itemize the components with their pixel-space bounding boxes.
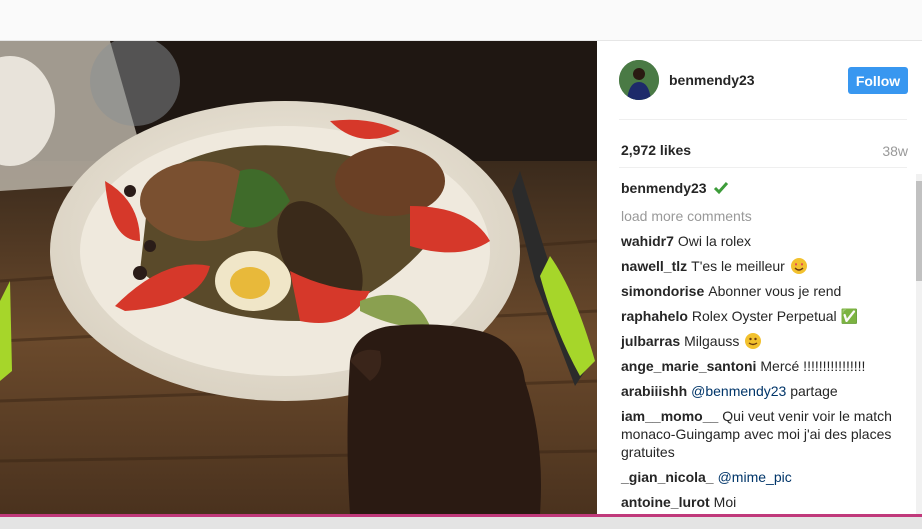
comment-mention[interactable]: @mime_pic [718,469,792,485]
comment: wahidr7 Owi la rolex [621,232,906,250]
comment: raphahelo Rolex Oyster Perpetual ✅ [621,307,906,325]
comment-mention[interactable]: @benmendy23 [691,383,786,399]
checkmark-icon [713,182,728,195]
comment: _gian_nicola_ @mime_pic [621,468,906,486]
comment-username[interactable]: raphahelo [621,308,688,324]
comment-username[interactable]: ange_marie_santoni [621,358,756,374]
comment-text: Milgauss [684,333,740,349]
scrollbar-thumb[interactable] [916,181,922,281]
comment-username[interactable]: arabiiishh [621,383,687,399]
post-username[interactable]: benmendy23 [669,72,755,88]
divider [619,167,907,168]
top-bar [0,0,922,41]
caption-username[interactable]: benmendy23 [621,179,707,197]
heart-eyes-emoji-icon [790,258,807,274]
comment-username[interactable]: antoine_lurot [621,494,710,510]
food-plate-image [0,41,597,514]
comment-username[interactable]: iam__momo__ [621,408,718,424]
comments-list: benmendy23 load more comments wahidr7 Owi… [621,179,906,514]
avatar[interactable] [619,60,659,100]
likes-count[interactable]: 2,972 likes [621,142,691,158]
comment-text: Mercé !!!!!!!!!!!!!!!! [760,358,866,374]
post-header: benmendy23 Follow [597,41,922,119]
post-photo[interactable] [0,41,597,514]
comment-text: Rolex Oyster Perpetual ✅ [691,308,858,324]
comment: ange_marie_santoni Mercé !!!!!!!!!!!!!!!! [621,357,906,375]
comment-text: partage [786,383,838,399]
comment-text: T'es le meilleur [691,258,785,274]
accent-line [0,514,922,517]
comment: antoine_lurot Moi [621,493,906,511]
comment: arabiiishh @benmendy23 partage [621,382,906,400]
comment-text: Moi [713,494,737,510]
post-time[interactable]: 38w [882,143,908,159]
comment-username[interactable]: nawell_tlz [621,258,687,274]
comment-username[interactable]: _gian_nicola_ [621,469,714,485]
comment-text: Owi la rolex [677,233,752,249]
caption: benmendy23 [621,179,906,197]
smile-emoji-icon [745,333,762,349]
comment: iam__momo__ Qui veut venir voir le match … [621,407,906,461]
divider [619,119,907,120]
comment: julbarras Milgauss [621,332,906,350]
comment: simondorise Abonner vous je rend [621,282,906,300]
comment-username[interactable]: simondorise [621,283,704,299]
post-side-panel: benmendy23 Follow 2,972 likes 38w benmen… [597,41,922,514]
comment: nawell_tlz T'es le meilleur [621,257,906,275]
comment-text: Abonner vous je rend [708,283,842,299]
comment-username[interactable]: julbarras [621,333,680,349]
load-more-comments[interactable]: load more comments [621,207,906,225]
follow-button[interactable]: Follow [848,67,908,94]
comment-username[interactable]: wahidr7 [621,233,674,249]
